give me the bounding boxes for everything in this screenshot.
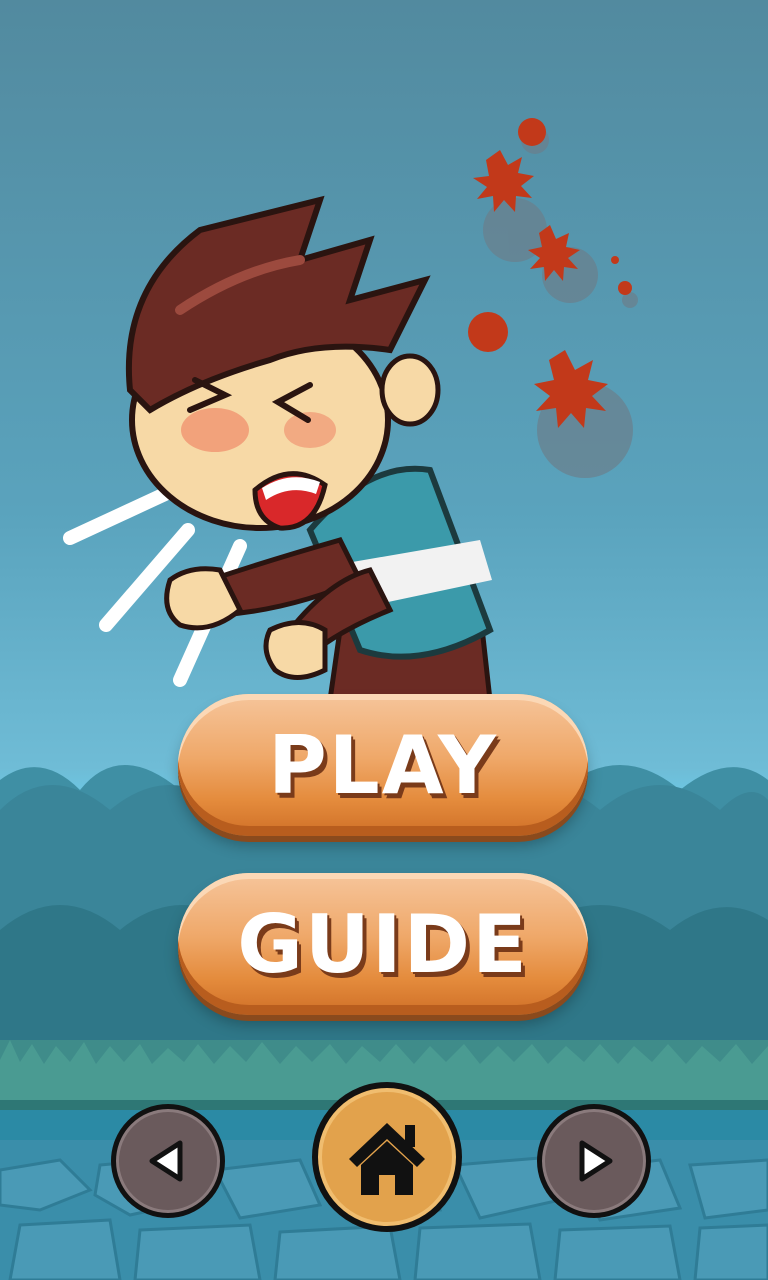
home-button[interactable] xyxy=(312,1082,462,1232)
triangle-right-icon xyxy=(579,1140,613,1182)
guide-button[interactable]: GUIDE xyxy=(178,873,588,1015)
triangle-left-icon xyxy=(149,1140,183,1182)
play-button-label: PLAY xyxy=(268,718,498,812)
guide-button-label: GUIDE xyxy=(237,897,529,991)
germ-splat-icon xyxy=(468,118,638,478)
play-button[interactable]: PLAY xyxy=(178,694,588,836)
home-icon xyxy=(349,1123,425,1195)
next-button[interactable] xyxy=(537,1104,651,1218)
sneezing-boy-illustration xyxy=(63,118,638,700)
previous-button[interactable] xyxy=(111,1104,225,1218)
